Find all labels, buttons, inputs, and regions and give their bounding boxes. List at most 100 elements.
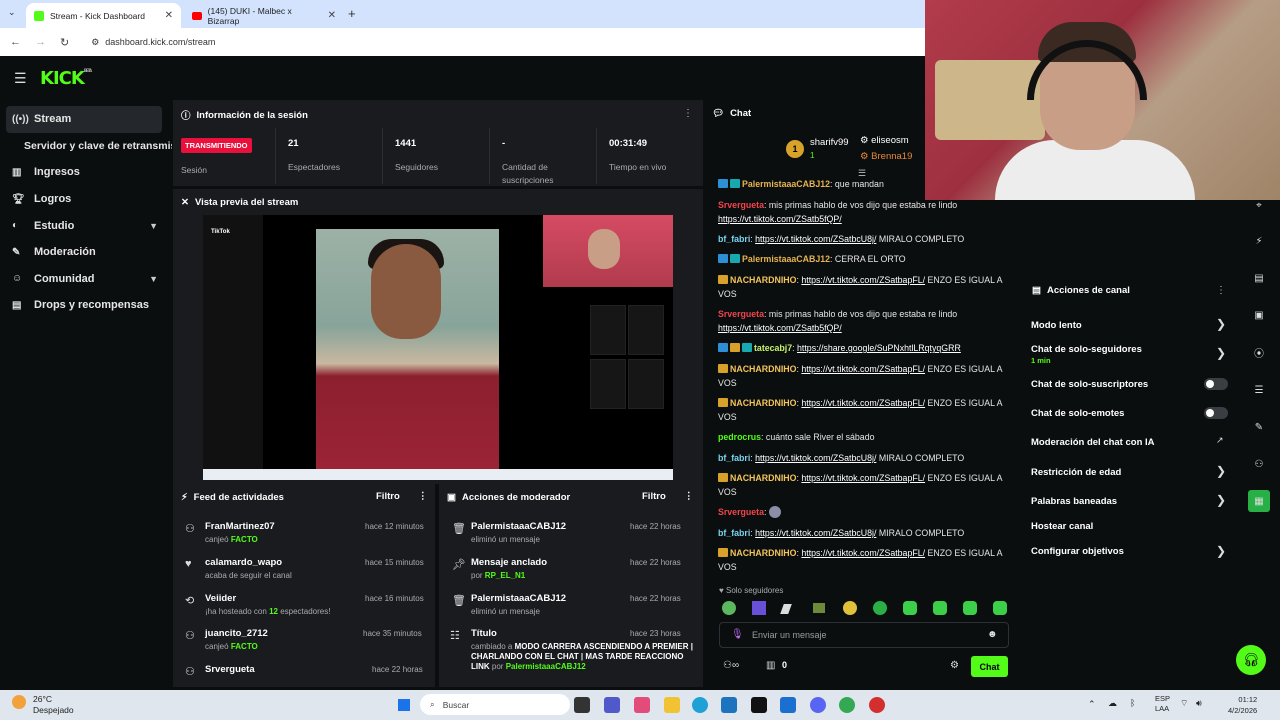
chevron-right-icon[interactable]: ❯ bbox=[1216, 464, 1226, 478]
more-icon[interactable]: ⋮ bbox=[683, 108, 693, 119]
file-explorer-icon[interactable] bbox=[664, 697, 680, 713]
mod-highlight[interactable]: PalermistaaaCABJ12 bbox=[506, 662, 586, 671]
chat-user[interactable]: bf_fabri bbox=[718, 528, 750, 538]
emote-icon[interactable] bbox=[993, 601, 1007, 615]
send-chat-button[interactable]: Chat bbox=[971, 656, 1008, 677]
stream-preview-video[interactable]: TikTok bbox=[203, 215, 673, 480]
slow-mode-option[interactable]: Modo lento bbox=[1031, 320, 1082, 331]
apps-icon[interactable]: ⚇ bbox=[1248, 453, 1270, 475]
chat-link[interactable]: https://vt.tiktok.com/ZSatb5fQP/ bbox=[718, 323, 842, 333]
feed-filter-button[interactable]: Filtro bbox=[376, 491, 400, 502]
mod-filter-button[interactable]: Filtro bbox=[642, 491, 666, 502]
task-view-icon[interactable] bbox=[574, 697, 590, 713]
teams-icon[interactable] bbox=[604, 697, 620, 713]
chat-user[interactable]: Srvergueta bbox=[718, 309, 764, 319]
gift-box-icon[interactable]: ▥ bbox=[766, 660, 775, 671]
chat-link[interactable]: https://vt.tiktok.com/ZSatbapFL/ bbox=[801, 548, 925, 558]
emote-icon[interactable] bbox=[813, 603, 825, 613]
top-chatter[interactable]: sharifv99 bbox=[810, 137, 849, 148]
chat-user[interactable]: pedrocrus bbox=[718, 432, 761, 442]
mic-icon[interactable]: 🎙︎ bbox=[731, 629, 744, 640]
chat-link[interactable]: https://vt.tiktok.com/ZSatbcU8j/ bbox=[755, 528, 876, 538]
chat-link[interactable]: https://vt.tiktok.com/ZSatbapFL/ bbox=[801, 473, 925, 483]
discord-icon[interactable] bbox=[810, 697, 826, 713]
chat-user[interactable]: NACHARDNIHO bbox=[730, 548, 796, 558]
top-chatter[interactable]: ⚙ eliseosm bbox=[860, 135, 909, 146]
photoshop-icon[interactable] bbox=[780, 697, 796, 713]
more-icon[interactable]: ⋮ bbox=[1216, 285, 1226, 296]
chat-link[interactable]: https://vt.tiktok.com/ZSatbcU8j/ bbox=[755, 453, 876, 463]
chat-link[interactable]: https://vt.tiktok.com/ZSatbapFL/ bbox=[801, 364, 925, 374]
subs-only-toggle[interactable] bbox=[1204, 378, 1228, 390]
chat-user[interactable]: tatecabj7 bbox=[754, 343, 792, 353]
emotes-only-toggle[interactable] bbox=[1204, 407, 1228, 419]
settings-icon[interactable]: ⚙ bbox=[950, 660, 959, 671]
sidebar-item-ingresos[interactable]: ▥ Ingresos bbox=[0, 159, 172, 186]
top-chatter[interactable]: ⚙ Brenna19 bbox=[860, 151, 912, 162]
store-icon[interactable] bbox=[721, 697, 737, 713]
chevron-right-icon[interactable]: ❯ bbox=[1216, 544, 1226, 558]
more-icon[interactable]: ⋮ bbox=[418, 491, 428, 502]
tab-kick-dashboard[interactable]: Stream - Kick Dashboard ✕ bbox=[26, 3, 181, 28]
language-indicator[interactable]: ESP LAA bbox=[1155, 694, 1170, 714]
banned-words-option[interactable]: Palabras baneadas bbox=[1031, 496, 1117, 507]
mod-highlight[interactable]: RP_EL_N1 bbox=[485, 571, 525, 580]
chat-link[interactable]: https://vt.tiktok.com/ZSatb5fQP/ bbox=[718, 214, 842, 224]
obs-icon[interactable] bbox=[869, 697, 885, 713]
emote-icon[interactable] bbox=[933, 601, 947, 615]
ai-moderation-option[interactable]: Moderación del chat con IA bbox=[1031, 437, 1155, 448]
chrome-icon[interactable] bbox=[839, 697, 855, 713]
feed-user[interactable]: FranMartinez07 bbox=[205, 521, 275, 532]
chat-message-input[interactable]: Enviar un mensaje bbox=[719, 622, 1009, 648]
age-restriction-option[interactable]: Restricción de edad bbox=[1031, 467, 1121, 478]
emoji-icon[interactable]: ☻ bbox=[987, 629, 998, 640]
chat-link[interactable]: https://vt.tiktok.com/ZSatbapFL/ bbox=[801, 275, 925, 285]
close-icon[interactable]: ✕ bbox=[165, 10, 173, 21]
sidebar-item-logros[interactable]: 🏆︎ Logros bbox=[0, 186, 172, 213]
broadcast-icon[interactable]: ⦿ bbox=[1248, 341, 1270, 363]
chat-user[interactable]: PalermistaaaCABJ12 bbox=[742, 179, 830, 189]
chat-user[interactable]: NACHARDNIHO bbox=[730, 275, 796, 285]
sidebar-item-comunidad[interactable]: ☺ Comunidad ▼ bbox=[0, 266, 172, 293]
kick-logo[interactable]: KICKBETA bbox=[40, 68, 92, 89]
emote-icon[interactable] bbox=[752, 601, 766, 615]
emote-icon[interactable] bbox=[963, 601, 977, 615]
clock[interactable]: 01:12 4/2/2026 bbox=[1228, 694, 1257, 716]
points-icon[interactable]: ⚇∞ bbox=[723, 660, 739, 671]
bolt-icon[interactable]: ⚡︎ bbox=[1248, 230, 1270, 252]
wrench-icon[interactable]: ✎ bbox=[1248, 416, 1270, 438]
chevron-up-icon[interactable]: ⌃ bbox=[1088, 699, 1096, 710]
taskbar-search[interactable]: ⌕ Buscar bbox=[420, 694, 570, 715]
chevron-right-icon[interactable]: ❯ bbox=[1216, 346, 1226, 360]
goals-option[interactable]: Configurar objetivos bbox=[1031, 546, 1124, 557]
windows-start-icon[interactable] bbox=[396, 697, 412, 713]
emote-icon[interactable] bbox=[873, 601, 887, 615]
url-field[interactable]: ⚙ dashboard.kick.com/stream bbox=[91, 37, 215, 48]
chat-user[interactable]: PalermistaaaCABJ12 bbox=[742, 254, 830, 264]
emote-icon[interactable] bbox=[722, 601, 736, 615]
chat-user[interactable]: NACHARDNIHO bbox=[730, 473, 796, 483]
volume-icon[interactable]: 🔊︎ bbox=[1196, 698, 1202, 709]
wifi-icon[interactable]: ⌔ bbox=[1180, 698, 1188, 709]
chevron-right-icon[interactable]: ❯ bbox=[1216, 493, 1226, 507]
tab-list-icon[interactable]: ⌄ bbox=[8, 7, 16, 18]
host-channel-option[interactable]: Hostear canal bbox=[1031, 521, 1093, 532]
chat-user[interactable]: Srvergueta bbox=[718, 507, 764, 517]
feed-user[interactable]: juancito_2712 bbox=[205, 628, 268, 639]
emote-icon[interactable] bbox=[903, 601, 917, 615]
more-icon[interactable]: ⋮ bbox=[684, 491, 694, 502]
mod-user[interactable]: PalermistaaaCABJ12 bbox=[471, 521, 566, 532]
sidebar-item-server[interactable]: Servidor y clave de retransmisión bbox=[0, 133, 172, 160]
chat-user[interactable]: bf_fabri bbox=[718, 453, 750, 463]
extension-icon[interactable]: ▦ bbox=[1248, 490, 1270, 512]
chat-user[interactable]: NACHARDNIHO bbox=[730, 364, 796, 374]
sidebar-item-moderacion[interactable]: ✎ Moderación bbox=[0, 239, 172, 266]
chevron-right-icon[interactable]: ❯ bbox=[1216, 317, 1226, 331]
sidebar-item-stream[interactable]: ((•)) Stream bbox=[6, 106, 162, 133]
feed-user[interactable]: Srvergueta bbox=[205, 664, 255, 675]
feed-user[interactable]: Veiider bbox=[205, 593, 330, 604]
edge-icon[interactable] bbox=[692, 697, 708, 713]
back-icon[interactable]: ← bbox=[10, 36, 21, 48]
bluetooth-icon[interactable]: ᛒ bbox=[1130, 698, 1135, 708]
close-icon[interactable]: ✕ bbox=[328, 10, 336, 21]
